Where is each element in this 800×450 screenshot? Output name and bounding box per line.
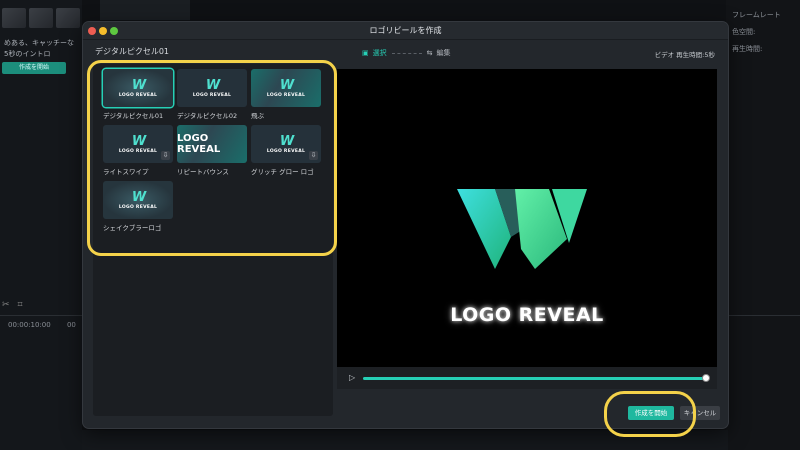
timeline-timecode: 00:00:10:00 00: [8, 321, 76, 329]
preview-canvas: LOGO REVEAL: [337, 69, 717, 367]
duration-label: 再生時間:: [732, 45, 763, 53]
step-connector: [391, 52, 422, 54]
step-select[interactable]: ▣ 選択: [362, 48, 387, 58]
progress-knob[interactable]: [702, 374, 710, 382]
app-root: めある、キャッチーな 5秒のイントロ 作成を開始 ✂ ⌗ 00:00:10:00…: [0, 0, 800, 450]
timecode-label: 00:00:10:00: [8, 321, 51, 329]
timecode-label-2: 00: [66, 321, 76, 329]
media-thumb[interactable]: [56, 8, 80, 28]
progress-track[interactable]: [363, 377, 706, 380]
timeline-tools: ✂ ⌗: [2, 300, 23, 310]
promo-line-2: 5秒のイントロ: [4, 50, 51, 58]
crop-icon[interactable]: ⌗: [18, 300, 23, 310]
selected-template-name: デジタルピクセル01: [95, 47, 170, 56]
background-properties-panel: フレームレート 色空間: 再生時間:: [726, 0, 800, 450]
step-edit[interactable]: ⇆ 編集: [427, 48, 451, 58]
preview-panel: ▣ 選択 ⇆ 編集 ビデオ 再生時間:5秒 LOGO REVEAL ▷: [337, 44, 723, 416]
highlight-template-area: [87, 60, 337, 256]
step-edit-label: 編集: [436, 49, 451, 57]
select-step-icon: ▣: [362, 49, 369, 57]
dialog-title: ロゴリビールを作成: [369, 26, 442, 35]
background-banner: [100, 0, 190, 20]
playback-bar: ▷: [337, 367, 717, 389]
promo-start-button[interactable]: 作成を開始: [2, 62, 66, 74]
media-thumb[interactable]: [2, 8, 26, 28]
step-select-label: 選択: [372, 49, 387, 57]
dialog-titlebar: ロゴリビールを作成: [83, 22, 728, 40]
promo-line-1: めある、キャッチーな: [4, 39, 74, 47]
scissors-icon[interactable]: ✂: [2, 300, 10, 310]
background-media-panel: めある、キャッチーな 5秒のイントロ 作成を開始 ✂ ⌗ 00:00:10:00…: [0, 0, 82, 450]
video-duration: ビデオ 再生時間:5秒: [654, 51, 715, 59]
promo-text: めある、キャッチーな 5秒のイントロ: [4, 38, 78, 60]
step-indicator: ▣ 選択 ⇆ 編集: [362, 48, 451, 58]
highlight-create-button: [604, 391, 696, 437]
play-icon[interactable]: ▷: [349, 373, 355, 382]
logo-reveal-text: LOGO REVEAL: [450, 304, 604, 326]
color-space-label: 色空間:: [732, 28, 756, 36]
frame-rate-label: フレームレート: [732, 11, 781, 19]
background-thumbnails: [0, 8, 82, 30]
logo-w-mark: [457, 189, 587, 269]
edit-step-icon: ⇆: [426, 49, 433, 57]
media-thumb[interactable]: [29, 8, 53, 28]
